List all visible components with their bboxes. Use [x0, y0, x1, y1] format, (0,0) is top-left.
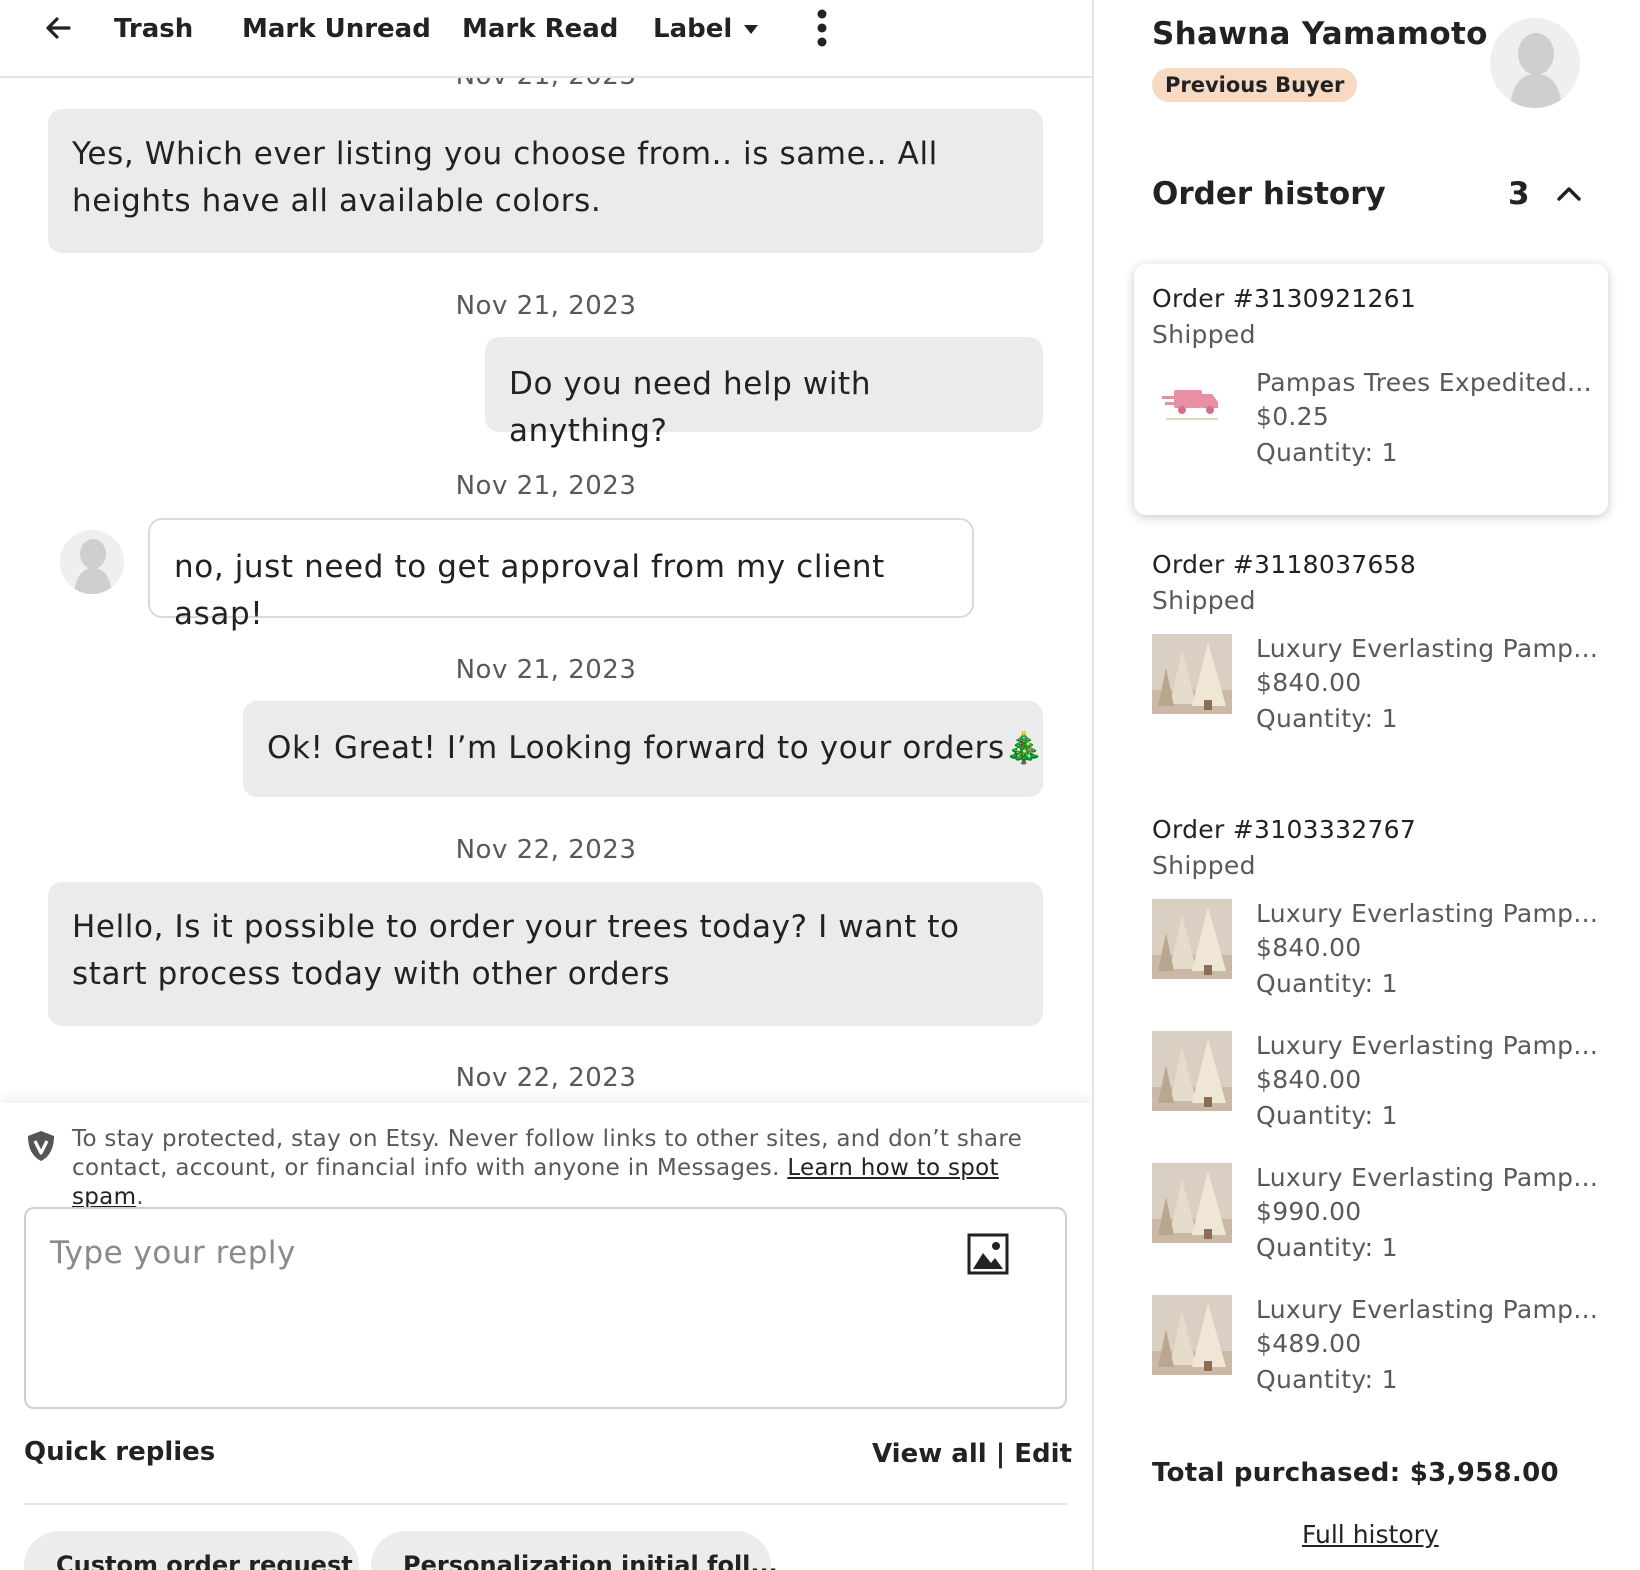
more-vertical-icon[interactable] — [815, 8, 829, 57]
item-quantity: Quantity: 1 — [1256, 1233, 1398, 1262]
message-bubble: Ok! Great! I’m Looking forward to your o… — [243, 701, 1043, 797]
pampas-tree-thumbnail — [1152, 634, 1232, 714]
item-quantity: Quantity: 1 — [1256, 1101, 1398, 1130]
order-status: Shipped — [1152, 586, 1256, 615]
message-date: Nov 21, 2023 — [455, 471, 637, 501]
shield-icon — [26, 1129, 56, 1167]
order-history-title: Order history — [1152, 176, 1386, 212]
order-card[interactable]: Order #3130921261 Shipped Pampas Trees E… — [1134, 264, 1608, 515]
arrow-left-icon[interactable] — [44, 14, 72, 51]
item-quantity: Quantity: 1 — [1256, 1365, 1398, 1394]
item-name[interactable]: Luxury Everlasting Pamp... — [1256, 1163, 1598, 1192]
truck-thumbnail — [1152, 368, 1232, 448]
buyer-avatar-small — [60, 530, 124, 594]
quick-replies-title: Quick replies — [24, 1437, 216, 1467]
order-item: Luxury Everlasting Pamp... $489.00 Quant… — [1152, 1295, 1602, 1415]
order-number: Order #3103332767 — [1152, 815, 1417, 844]
item-quantity: Quantity: 1 — [1256, 969, 1398, 998]
item-quantity: Quantity: 1 — [1256, 704, 1398, 733]
order-number: Order #3118037658 — [1152, 550, 1417, 579]
message-date: Nov 22, 2023 — [455, 1063, 637, 1093]
message-bubble: no, just need to get approval from my cl… — [148, 518, 974, 632]
conversation-pane: Trash Mark Unread Mark Read Label Nov 21… — [0, 0, 1092, 1570]
item-price: $990.00 — [1256, 1197, 1362, 1226]
order-card[interactable]: Order #3103332767 Shipped Luxury Everlas… — [1134, 795, 1608, 1415]
mark-unread-button[interactable]: Mark Unread — [242, 12, 431, 46]
previous-buyer-badge: Previous Buyer — [1152, 68, 1358, 102]
order-status: Shipped — [1152, 320, 1256, 349]
message-bubble: Hello, Is it possible to order your tree… — [48, 882, 1043, 1026]
item-name[interactable]: Luxury Everlasting Pamp... — [1256, 634, 1598, 663]
item-price: $840.00 — [1256, 668, 1362, 697]
reply-input[interactable]: Type your reply — [24, 1207, 1067, 1409]
item-name[interactable]: Pampas Trees Expedited... — [1256, 368, 1592, 397]
item-price: $0.25 — [1256, 402, 1330, 431]
message-date: Nov 22, 2023 — [455, 835, 637, 865]
full-history-link[interactable]: Full history — [1302, 1520, 1439, 1549]
buyer-panel: Shawna Yamamoto Previous Buyer Order his… — [1094, 0, 1640, 1570]
message-date: Nov 21, 2023 — [0, 78, 1092, 92]
order-item: Luxury Everlasting Pamp... $840.00 Quant… — [1152, 1031, 1602, 1151]
reply-composer: To stay protected, stay on Etsy. Never f… — [0, 1103, 1092, 1570]
message-date: Nov 21, 2023 — [455, 291, 637, 321]
quick-reply-chip[interactable]: Custom order request — [24, 1531, 359, 1570]
message-bubble: Yes, Which ever listing you choose from.… — [48, 109, 1043, 253]
item-name[interactable]: Luxury Everlasting Pamp... — [1256, 899, 1598, 928]
message-thread[interactable]: Nov 21, 2023 Yes, Which ever listing you… — [0, 78, 1092, 1103]
total-purchased: Total purchased: $3,958.00 — [1152, 1458, 1559, 1488]
item-name[interactable]: Luxury Everlasting Pamp... — [1256, 1031, 1598, 1060]
view-all-link[interactable]: View all — [872, 1439, 987, 1469]
item-price: $840.00 — [1256, 1065, 1362, 1094]
image-upload-icon[interactable] — [967, 1233, 1009, 1279]
buyer-name[interactable]: Shawna Yamamoto — [1152, 16, 1488, 52]
order-item: Luxury Everlasting Pamp... $990.00 Quant… — [1152, 1163, 1602, 1283]
quick-replies-links: View all | Edit — [872, 1439, 1072, 1469]
order-item: Luxury Everlasting Pamp... $840.00 Quant… — [1152, 634, 1602, 754]
item-quantity: Quantity: 1 — [1256, 438, 1398, 467]
link-separator: | — [995, 1439, 1015, 1469]
caret-down-icon — [744, 25, 759, 34]
order-item: Luxury Everlasting Pamp... $840.00 Quant… — [1152, 899, 1602, 1019]
order-card[interactable]: Order #3118037658 Shipped Luxury Everlas… — [1134, 530, 1608, 760]
chevron-up-icon[interactable] — [1556, 184, 1582, 206]
order-count: 3 — [1508, 176, 1530, 212]
quick-reply-chip[interactable]: Personalization initial foll... — [371, 1531, 778, 1570]
buyer-avatar — [1490, 18, 1580, 108]
reply-placeholder: Type your reply — [50, 1235, 296, 1271]
pampas-tree-thumbnail — [1152, 1163, 1232, 1243]
edit-link[interactable]: Edit — [1014, 1439, 1072, 1469]
order-status: Shipped — [1152, 851, 1256, 880]
safety-notice: To stay protected, stay on Etsy. Never f… — [72, 1126, 1023, 1210]
item-price: $489.00 — [1256, 1329, 1362, 1358]
item-price: $840.00 — [1256, 933, 1362, 962]
divider — [24, 1503, 1067, 1505]
message-bubble: Do you need help with anything? — [485, 337, 1043, 449]
order-item: Pampas Trees Expedited... $0.25 Quantity… — [1152, 368, 1602, 488]
order-number: Order #3130921261 — [1152, 284, 1417, 313]
pampas-tree-thumbnail — [1152, 899, 1232, 979]
label-dropdown-text: Label — [653, 14, 733, 44]
item-name[interactable]: Luxury Everlasting Pamp... — [1256, 1295, 1598, 1324]
pampas-tree-thumbnail — [1152, 1295, 1232, 1375]
label-dropdown[interactable]: Label — [653, 12, 759, 46]
trash-button[interactable]: Trash — [114, 12, 193, 46]
pampas-tree-thumbnail — [1152, 1031, 1232, 1111]
mark-read-button[interactable]: Mark Read — [462, 12, 618, 46]
message-date: Nov 21, 2023 — [455, 655, 637, 685]
toolbar: Trash Mark Unread Mark Read Label — [0, 0, 1092, 78]
